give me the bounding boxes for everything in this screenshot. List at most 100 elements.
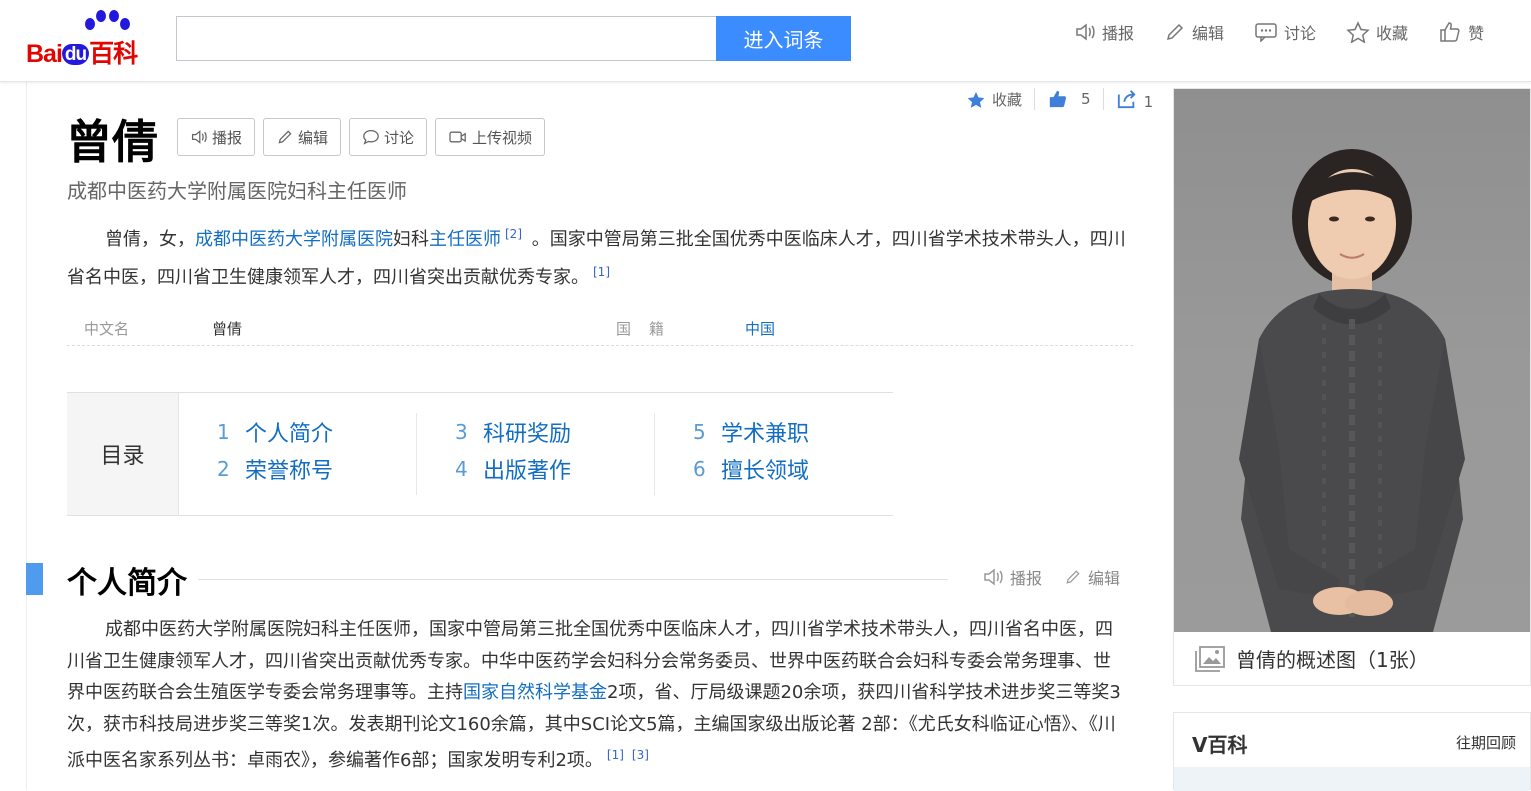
- basic-info-box: 中文名 曾倩 国籍 中国: [67, 310, 1133, 346]
- reference-link[interactable]: [1]: [607, 748, 624, 762]
- top-broadcast-label: 播报: [1102, 24, 1135, 43]
- chat-bubble-icon: [363, 129, 379, 145]
- top-edit-label: 编辑: [1192, 24, 1225, 43]
- top-discuss-button[interactable]: 讨论: [1254, 20, 1316, 44]
- thumbs-up-icon: [1440, 22, 1460, 42]
- top-like-button[interactable]: 赞: [1438, 20, 1484, 44]
- content-edge-line: [26, 82, 27, 790]
- toc-column: 1 个人简介 2 荣誉称号: [217, 413, 417, 495]
- section-divider: [198, 579, 948, 580]
- page-title: 曾倩: [66, 115, 158, 169]
- broadcast-button[interactable]: 播报: [177, 118, 256, 156]
- top-collect-button[interactable]: 收藏: [1346, 20, 1408, 44]
- toc-item-research-awards[interactable]: 3 科研奖励: [455, 413, 654, 450]
- top-collect-label: 收藏: [1376, 24, 1409, 43]
- section-edit-button[interactable]: 编辑: [1064, 565, 1120, 589]
- share-count: 1: [1143, 93, 1154, 111]
- portrait-photo[interactable]: [1174, 89, 1530, 632]
- toc-item-number: 5: [693, 419, 706, 444]
- nsfc-link[interactable]: 国家自然科学基金: [463, 682, 607, 703]
- summary-text-1: 曾倩，女，: [105, 229, 195, 250]
- section-edit-label: 编辑: [1088, 569, 1121, 588]
- album-icon: [1195, 645, 1225, 672]
- toc-item-honors[interactable]: 2 荣誉称号: [217, 450, 417, 487]
- divider: [1102, 88, 1104, 110]
- edit-button[interactable]: 编辑: [263, 118, 342, 156]
- upload-video-label: 上传视频: [472, 128, 533, 147]
- share-icon[interactable]: [1116, 89, 1138, 109]
- toc-item-number: 2: [217, 456, 230, 481]
- toc-label: 目录: [67, 393, 179, 515]
- name-label: 中文名: [84, 320, 130, 338]
- collect-label[interactable]: 收藏: [992, 89, 1022, 110]
- entry-subtitle: 成都中医药大学附属医院妇科主任医师: [67, 179, 407, 203]
- video-icon: [449, 131, 466, 143]
- toc-item-number: 6: [693, 456, 706, 481]
- entry-mini-actions: 收藏 5 1: [966, 88, 1154, 111]
- chat-icon: [1255, 23, 1277, 42]
- toc-item-label: 出版著作: [483, 458, 572, 484]
- section-broadcast-button[interactable]: 播报: [982, 565, 1042, 589]
- toc-item-publications[interactable]: 4 出版著作: [455, 450, 654, 487]
- table-of-contents: 目录 1 个人简介 2 荣誉称号 3 科研奖励 4 出版著作 5 学术兼职 6 擅长领域: [67, 392, 893, 516]
- toc-item-label: 荣誉称号: [245, 458, 334, 484]
- reference-link[interactable]: [1]: [593, 265, 610, 279]
- reference-link[interactable]: [3]: [632, 748, 649, 762]
- country-value-link[interactable]: 中国: [745, 318, 775, 339]
- top-discuss-label: 讨论: [1284, 24, 1317, 43]
- toc-column: 3 科研奖励 4 出版著作: [416, 413, 654, 495]
- discuss-label: 讨论: [384, 128, 415, 147]
- toc-item-number: 1: [217, 419, 230, 444]
- top-broadcast-button[interactable]: 播报: [1074, 20, 1134, 44]
- hospital-link[interactable]: 成都中医药大学附属医院: [195, 229, 393, 250]
- summary-text-2: 妇科: [393, 229, 429, 250]
- chief-physician-link[interactable]: 主任医师: [429, 229, 501, 250]
- logo-baike: 百科: [89, 40, 138, 68]
- section-marker: [26, 563, 43, 595]
- top-like-label: 赞: [1468, 24, 1485, 43]
- speaker-icon: [984, 568, 1003, 586]
- toc-item-label: 科研奖励: [483, 421, 572, 447]
- summary-image-card[interactable]: 曾倩的概述图（1张）: [1173, 88, 1531, 686]
- pencil-icon: [278, 130, 292, 144]
- toc-item-academic-positions[interactable]: 5 学术兼职: [693, 413, 892, 450]
- pencil-icon: [1166, 23, 1184, 41]
- entry-summary: 曾倩，女，成都中医药大学附属医院妇科主任医师 [2] 。国家中管局第三批全国优秀中…: [67, 218, 1127, 294]
- photo-caption[interactable]: 曾倩的概述图（1张）: [1194, 644, 1429, 673]
- baidu-baike-logo[interactable]: Bai du 百科: [26, 10, 166, 68]
- top-actions: 播报 编辑 讨论 收藏 赞: [1074, 20, 1514, 44]
- logo-bai: Bai: [26, 40, 63, 68]
- edit-label: 编辑: [298, 128, 329, 147]
- reference-link[interactable]: [2]: [505, 227, 522, 241]
- star-icon: [1346, 21, 1370, 43]
- search-input[interactable]: [176, 16, 717, 61]
- enter-entry-button[interactable]: 进入词条: [716, 16, 851, 61]
- like-icon[interactable]: [1047, 89, 1069, 109]
- toc-item-number: 4: [455, 456, 468, 481]
- pencil-icon: [1066, 570, 1080, 584]
- toc-item-number: 3: [455, 419, 468, 444]
- country-label: 国籍: [616, 320, 683, 338]
- section-actions: 播报 编辑: [982, 565, 1142, 589]
- v-baike-card: V百科 往期回顾: [1173, 712, 1531, 791]
- toc-column: 5 学术兼职 6 擅长领域: [654, 413, 892, 495]
- section-broadcast-label: 播报: [1010, 569, 1043, 588]
- speaker-icon: [1076, 23, 1095, 41]
- section-body: 成都中医药大学附属医院妇科主任医师，国家中管局第三批全国优秀中医临床人才，四川省…: [67, 614, 1127, 777]
- toc-item-label: 擅长领域: [721, 458, 810, 484]
- upload-video-button[interactable]: 上传视频: [435, 118, 546, 156]
- section-title: 个人简介: [67, 566, 187, 601]
- past-review-link[interactable]: 往期回顾: [1456, 732, 1516, 753]
- v-baike-thumbnail-strip[interactable]: [1174, 767, 1530, 791]
- toc-item-label: 个人简介: [245, 421, 334, 447]
- v-baike-title: V百科: [1192, 733, 1248, 757]
- toc-item-expertise[interactable]: 6 擅长领域: [693, 450, 892, 487]
- top-bar: Bai du 百科 进入词条 播报 编辑 讨论 收藏 赞: [0, 0, 1531, 82]
- top-edit-button[interactable]: 编辑: [1164, 20, 1224, 44]
- speaker-icon: [191, 130, 207, 144]
- discuss-button[interactable]: 讨论: [349, 118, 428, 156]
- logo-du: du: [61, 44, 90, 65]
- collect-star-icon[interactable]: [966, 90, 986, 109]
- toc-item-personal-profile[interactable]: 1 个人简介: [217, 413, 417, 450]
- name-value: 曾倩: [212, 320, 243, 338]
